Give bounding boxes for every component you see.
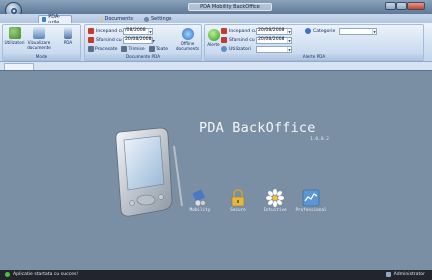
flower-icon: [266, 189, 284, 207]
tab-settings[interactable]: Settings: [141, 15, 175, 23]
status-message: Aplicatie startata cu succes!: [13, 272, 79, 277]
group-label: Mode: [3, 54, 80, 60]
dropdown-arrow-icon[interactable]: ▼: [287, 28, 291, 34]
ribbon-tabs: PDA-urile Documents Settings: [0, 14, 432, 26]
dropdown-arrow-icon[interactable]: ▼: [287, 46, 291, 52]
calendar-icon: [221, 37, 227, 43]
calendar-icon: [88, 28, 94, 34]
date-start-field[interactable]: /08/2008 ▼: [123, 27, 153, 35]
alert-category-select[interactable]: ▼: [339, 27, 377, 35]
dropdown-arrow-icon[interactable]: ▼: [372, 28, 376, 34]
category-icon: [305, 28, 311, 34]
processed-button[interactable]: Procesate: [88, 46, 117, 52]
window-title: PDA Mobility BackOffice: [188, 3, 272, 11]
all-button[interactable]: Toate: [148, 46, 168, 52]
sent-button[interactable]: Trimise: [121, 46, 145, 52]
group-alerts: Alerte Incepand cu 20/08/2008 ▼ Sfarsind…: [204, 24, 424, 61]
chart-icon: [302, 189, 320, 207]
alert-date-end-field[interactable]: 20/08/2008 ▼: [256, 36, 292, 44]
tab-pda[interactable]: PDA-urile: [38, 14, 72, 26]
status-ok-icon: [5, 272, 10, 277]
date-end-field[interactable]: 20/08/2008 ▼: [123, 36, 155, 44]
dropdown-arrow-icon[interactable]: ▼: [287, 37, 291, 43]
dropdown-arrow-icon[interactable]: ▼: [151, 37, 155, 43]
tab-documents[interactable]: Documents: [98, 15, 136, 23]
group-label: Alerte PDA: [205, 54, 423, 60]
feature-professional: Professional: [291, 189, 331, 213]
title-bar: PDA Mobility BackOffice: [0, 0, 432, 14]
dropdown-arrow-icon[interactable]: ▼: [148, 28, 152, 34]
document-icon: [101, 16, 103, 22]
users-button[interactable]: Utilizatori: [4, 27, 25, 45]
feature-intuitive: Intuitive: [255, 189, 295, 213]
calendar-icon: [88, 37, 94, 43]
feature-mobility: Mobility: [180, 189, 220, 213]
current-user: Administrator: [385, 272, 425, 277]
pda-button[interactable]: PDA: [59, 27, 77, 45]
document-tab-strip: [0, 62, 432, 70]
user-icon: [385, 272, 391, 277]
sent-icon: [121, 46, 128, 52]
alert-icon: [207, 29, 220, 41]
view-documents-button[interactable]: Vizualizare documente: [25, 27, 53, 50]
close-button[interactable]: [407, 2, 425, 10]
splash-workspace: PDA BackOffice 1.0.0.2 Mobility Secure I…: [0, 70, 432, 270]
group-documents: Incepand cu /08/2008 ▼ Sfarsind cu 20/08…: [84, 24, 202, 61]
all-icon: [148, 46, 155, 52]
alert-users-select[interactable]: ▼: [256, 45, 292, 53]
group-label: Documente PDA: [85, 54, 201, 60]
offline-documents-button[interactable]: Offline documents: [174, 28, 201, 51]
splash-title: PDA BackOffice: [199, 120, 316, 136]
maximize-button[interactable]: [396, 2, 407, 10]
pda-icon: [42, 17, 47, 22]
feature-secure: Secure: [218, 189, 258, 213]
version-label: 1.0.0.2: [310, 137, 329, 142]
settings-icon: [144, 16, 149, 22]
processed-icon: [88, 46, 94, 52]
document-tab[interactable]: [4, 63, 34, 70]
group-mode: Utilizatori Vizualizare documente PDA Mo…: [2, 24, 81, 61]
pda-device-icon: [64, 27, 72, 39]
calendar-icon: [221, 28, 227, 34]
users-icon: [221, 46, 227, 52]
alerts-button[interactable]: Alerte: [207, 29, 220, 47]
lock-icon: [231, 189, 245, 207]
alert-date-start-field[interactable]: 20/08/2008 ▼: [256, 27, 292, 35]
ribbon: Utilizatori Vizualizare documente PDA Mo…: [0, 23, 432, 62]
mobility-icon: [192, 189, 206, 207]
status-bar: Aplicatie startata cu succes! Administra…: [0, 270, 432, 280]
sync-icon: [181, 28, 194, 40]
view-documents-icon: [33, 27, 45, 39]
minimize-button[interactable]: [385, 2, 396, 10]
users-icon: [8, 27, 21, 39]
